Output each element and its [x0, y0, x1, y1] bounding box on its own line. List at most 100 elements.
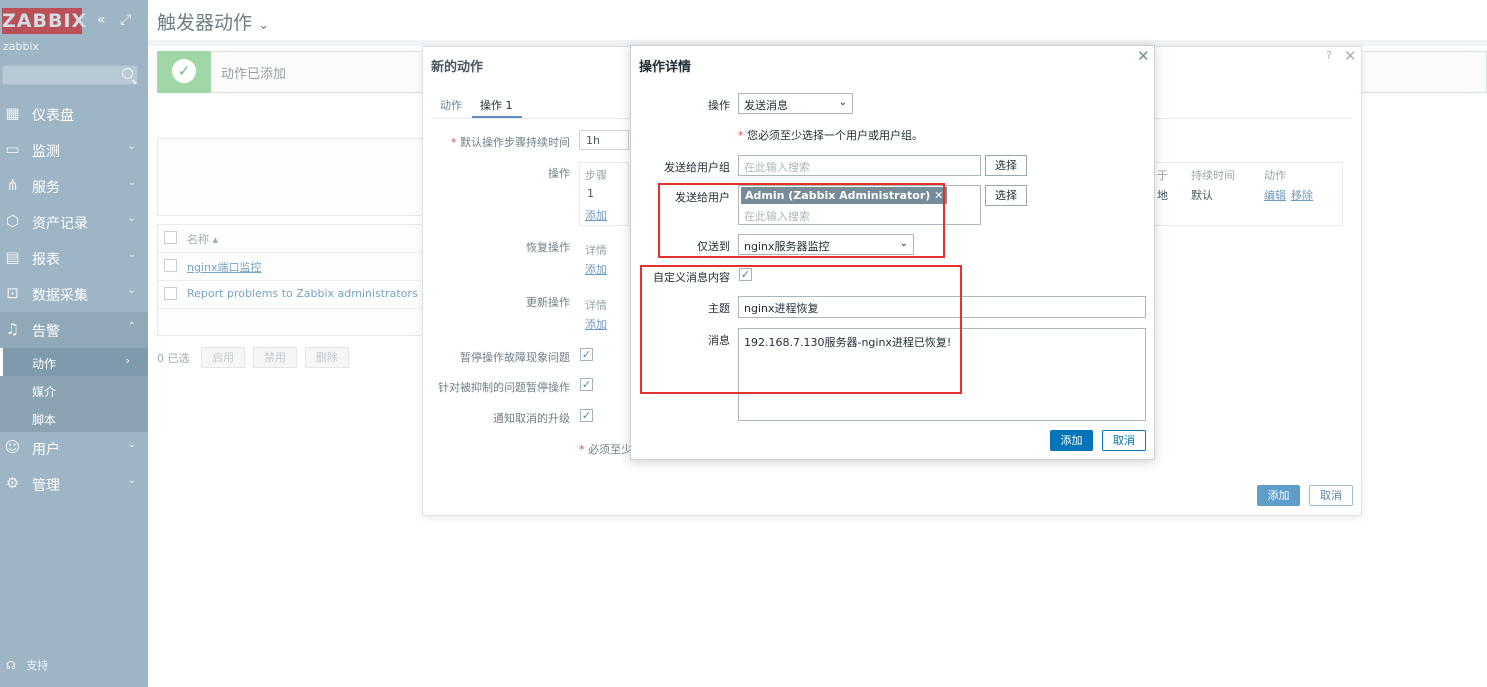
- default-step-label: * 默认操作步骤持续时间: [451, 136, 570, 149]
- sidebar-item-label: 数据采集: [32, 288, 88, 304]
- dialog-title: 新的动作: [431, 60, 484, 75]
- page-title[interactable]: 触发器动作 ⌄: [157, 8, 269, 35]
- select-users-button[interactable]: 选择: [985, 185, 1027, 206]
- sidebar-item-administration[interactable]: ⚙ 管理 ⌄: [0, 466, 148, 502]
- pause-symptoms-checkbox[interactable]: ✓: [580, 348, 593, 361]
- operation-label: 操作: [708, 99, 730, 112]
- action-name-link[interactable]: nginx端口监控: [187, 259, 262, 275]
- row-checkbox[interactable]: [164, 287, 177, 300]
- add-operation-link[interactable]: 添加: [585, 207, 607, 223]
- disable-button[interactable]: 禁用: [253, 347, 297, 368]
- support-link[interactable]: ☊ 支持: [6, 657, 48, 673]
- chevron-down-icon: ⌄: [127, 141, 136, 152]
- data-collection-icon: ⊡: [6, 284, 19, 302]
- success-indicator: ✓: [157, 51, 211, 93]
- select-user-groups-button[interactable]: 选择: [985, 155, 1027, 176]
- selected-value: 发送消息: [744, 99, 788, 112]
- help-icon[interactable]: ?: [1326, 49, 1332, 62]
- support-label: 支持: [26, 659, 49, 672]
- page-title-text: 触发器动作: [157, 12, 253, 34]
- row-checkbox[interactable]: [164, 259, 177, 272]
- ops-val-duration: 默认: [1191, 189, 1213, 202]
- placeholder: 在此输入搜索: [744, 161, 810, 174]
- ops-step-value: 1: [587, 187, 594, 200]
- sidebar-item-alerts[interactable]: ♫ 告警 ⌃: [0, 312, 148, 348]
- sidebar-subitem-label: 动作: [32, 357, 57, 371]
- close-icon[interactable]: ✕: [1137, 47, 1150, 65]
- required-note-text: 必须至少: [588, 443, 632, 456]
- highlight-box-recipients: [658, 183, 945, 258]
- sidebar-item-services[interactable]: ⋔ 服务 ⌄: [0, 168, 148, 204]
- search-icon[interactable]: [122, 68, 133, 79]
- services-icon: ⋔: [6, 176, 19, 194]
- users-icon: ☺: [4, 438, 21, 456]
- ops-val-a: 地: [1157, 189, 1168, 202]
- recovery-operations-label: 恢复操作: [526, 241, 570, 254]
- add-recovery-operation-link[interactable]: 添加: [585, 261, 607, 277]
- ops-col-a: 于: [1157, 169, 1168, 182]
- chevron-down-icon: ⌄: [127, 285, 136, 296]
- enable-button[interactable]: 启用: [201, 347, 245, 368]
- sidebar-item-label: 仪表盘: [32, 108, 74, 124]
- tab-action[interactable]: 动作: [440, 97, 462, 113]
- active-tab-indicator: [472, 116, 522, 118]
- add-action-button[interactable]: 添加: [1257, 485, 1300, 506]
- remove-operation-link[interactable]: 移除: [1291, 187, 1313, 203]
- sidebar-subitem-actions[interactable]: 动作 ›: [0, 348, 148, 376]
- add-operation-button[interactable]: 添加: [1050, 430, 1093, 451]
- select-all-checkbox[interactable]: [164, 231, 177, 244]
- sidebar-item-inventory[interactable]: ⬡ 资产记录 ⌄: [0, 204, 148, 240]
- kiosk-mode-icon[interactable]: ⤢: [120, 12, 131, 28]
- sidebar-item-data-collection[interactable]: ⊡ 数据采集 ⌄: [0, 276, 148, 312]
- action-name-link[interactable]: Report problems to Zabbix administrators: [187, 287, 418, 300]
- add-update-operation-link[interactable]: 添加: [585, 316, 607, 332]
- cancel-operation-button[interactable]: 取消: [1102, 430, 1146, 451]
- headset-icon: ☊: [6, 659, 16, 672]
- highlight-box-message: [640, 265, 962, 394]
- update-operations-label: 更新操作: [526, 296, 570, 309]
- sidebar-item-users[interactable]: ☺ 用户 ⌄: [0, 430, 148, 466]
- sidebar-subitem-media[interactable]: 媒介: [0, 376, 148, 404]
- sidebar-subitem-label: 媒介: [32, 385, 57, 399]
- users-required-warning: * 您必须至少选择一个用户或用户组。: [738, 129, 923, 142]
- notify-cancelled-label: 通知取消的升级: [493, 412, 570, 425]
- ops-col-action: 动作: [1264, 169, 1286, 182]
- user-groups-input[interactable]: 在此输入搜索: [738, 155, 981, 176]
- column-header-name[interactable]: 名称 ▴: [187, 231, 218, 247]
- chevron-down-icon: ⌄: [127, 249, 136, 260]
- pause-suppressed-checkbox[interactable]: ✓: [580, 378, 593, 391]
- success-message-text: 动作已添加: [221, 67, 287, 82]
- sidebar-item-reports[interactable]: ▤ 报表 ⌄: [0, 240, 148, 276]
- notify-cancelled-checkbox[interactable]: ✓: [580, 409, 593, 422]
- chevron-down-icon: ⌄: [127, 177, 136, 188]
- sidebar-item-label: 报表: [32, 252, 60, 268]
- default-step-duration-input[interactable]: 1h: [579, 130, 629, 150]
- label-text: 默认操作步骤持续时间: [460, 136, 570, 149]
- collapse-sidebar-icon[interactable]: «: [97, 12, 106, 28]
- server-name: zabbix: [3, 40, 40, 53]
- zabbix-logo[interactable]: ZABBIX: [2, 8, 86, 34]
- sidebar-subitem-label: 脚本: [32, 413, 57, 427]
- gear-icon: ⚙: [5, 474, 20, 492]
- tab-operations[interactable]: 操作 1: [480, 97, 513, 113]
- reports-icon: ▤: [5, 248, 20, 266]
- bell-icon: ♫: [5, 320, 20, 338]
- sidebar-item-label: 告警: [32, 324, 60, 340]
- sidebar-item-monitoring[interactable]: ▭ 监测 ⌄: [0, 132, 148, 168]
- sidebar-item-dashboard[interactable]: ▦ 仪表盘: [0, 96, 148, 132]
- chevron-down-icon: ⌄: [838, 97, 847, 108]
- close-icon[interactable]: ✕: [1344, 47, 1357, 65]
- chevron-down-icon: ⌄: [258, 18, 269, 33]
- pause-symptoms-label: 暂停操作故障现象问题: [460, 351, 570, 364]
- sidebar-item-label: 管理: [32, 478, 60, 494]
- sidebar-item-label: 监测: [32, 144, 60, 160]
- cancel-action-button[interactable]: 取消: [1309, 485, 1353, 506]
- sidebar-subitem-scripts[interactable]: 脚本: [0, 404, 148, 432]
- monitoring-icon: ▭: [5, 140, 20, 158]
- edit-operation-link[interactable]: 编辑: [1264, 187, 1286, 203]
- delete-button[interactable]: 删除: [305, 347, 349, 368]
- operation-type-select[interactable]: 发送消息 ⌄: [738, 93, 853, 114]
- dashboard-icon: ▦: [5, 104, 20, 122]
- ops-col-duration: 持续时间: [1191, 169, 1235, 182]
- sidebar-search-input[interactable]: [2, 65, 138, 85]
